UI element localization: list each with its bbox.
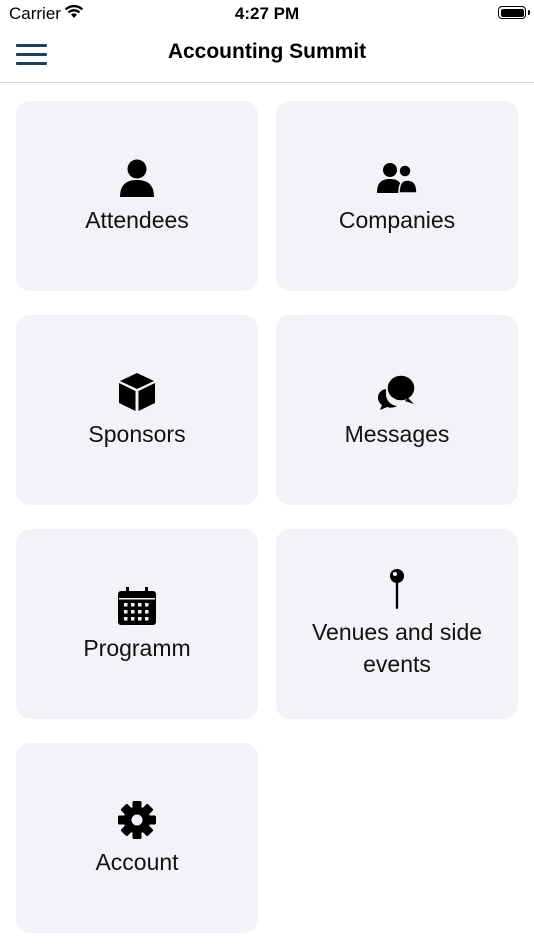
tile-label: Messages — [344, 421, 450, 447]
tile-label: Sponsors — [88, 421, 186, 447]
tile-label: Account — [95, 849, 179, 875]
person-icon — [16, 159, 258, 197]
cube-icon — [16, 373, 258, 411]
tile-label: Attendees — [85, 207, 189, 233]
companies-tile[interactable]: Companies — [276, 101, 518, 291]
map-pin-icon — [276, 569, 518, 611]
users-icon — [276, 163, 518, 193]
menu-grid: Attendees Companies Sponsors Messages Pr… — [0, 0, 534, 950]
venues-tile[interactable]: Venues and side events — [276, 529, 518, 719]
messages-tile[interactable]: Messages — [276, 315, 518, 505]
calendar-icon — [16, 587, 258, 625]
account-tile[interactable]: Account — [16, 743, 258, 933]
programm-tile[interactable]: Programm — [16, 529, 258, 719]
tile-label: Companies — [338, 207, 456, 233]
gear-icon — [16, 801, 258, 839]
tile-label: Programm — [83, 635, 191, 661]
attendees-tile[interactable]: Attendees — [16, 101, 258, 291]
chat-bubbles-icon — [276, 373, 518, 411]
tile-label: Venues and side events — [311, 619, 483, 677]
sponsors-tile[interactable]: Sponsors — [16, 315, 258, 505]
